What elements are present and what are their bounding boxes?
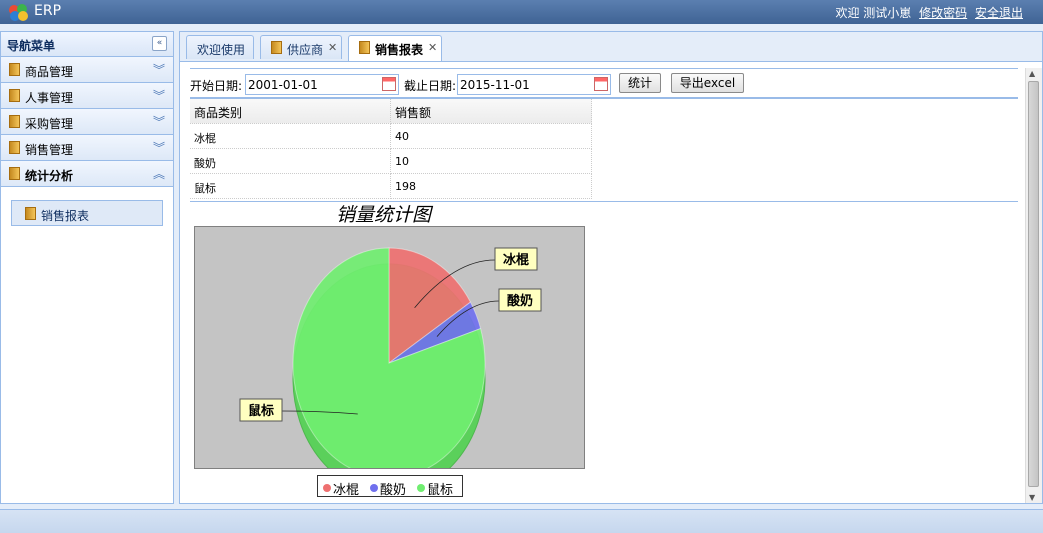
legend-label: 冰棍 <box>333 483 360 498</box>
table-cell: 40 <box>391 124 592 149</box>
tab-welcome[interactable]: 欢迎使用 <box>186 35 254 59</box>
tab-bar: 欢迎使用 供应商 ✕ 销售报表 ✕ <box>180 32 1042 62</box>
welcome-text: 欢迎 测试小崽 <box>835 6 912 20</box>
sidebar-item-goods[interactable]: 商品管理 ︾ <box>1 57 173 83</box>
close-icon[interactable]: ✕ <box>428 41 437 54</box>
sidebar-subitem-sales-report[interactable]: 销售报表 <box>11 200 163 226</box>
user-area: 欢迎 测试小崽 修改密码 安全退出 <box>835 4 1023 21</box>
legend-swatch <box>370 484 378 492</box>
sidebar-item-label: 采购管理 <box>25 117 74 131</box>
table-row[interactable]: 酸奶 10 <box>190 149 1018 174</box>
filter-toolbar: 开始日期: 2001-01-01 截止日期: 2015-11-01 统计 导出e… <box>190 68 1018 97</box>
collapse-sidebar-icon[interactable]: « <box>152 36 167 51</box>
folder-icon <box>9 141 20 154</box>
folder-icon <box>9 63 20 76</box>
scrollbar-thumb[interactable] <box>1028 81 1039 487</box>
legend-label: 酸奶 <box>380 483 407 498</box>
end-date-value: 2015-11-01 <box>460 78 530 92</box>
callout-label: 鼠标 <box>248 403 274 419</box>
stat-button[interactable]: 统计 <box>619 73 661 93</box>
tab-sales-report[interactable]: 销售报表 ✕ <box>348 35 442 61</box>
legend-swatch <box>323 484 331 492</box>
folder-icon <box>9 115 20 128</box>
pie-chart: 冰棍酸奶鼠标 <box>239 247 542 495</box>
sidebar-header: 导航菜单 « <box>1 32 173 57</box>
vertical-scrollbar[interactable]: ▲ ▼ <box>1025 68 1042 503</box>
folder-icon <box>9 167 20 180</box>
folder-icon <box>9 89 20 102</box>
tab-label: 欢迎使用 <box>197 43 246 57</box>
sidebar-item-purchase[interactable]: 采购管理 ︾ <box>1 109 173 135</box>
sales-table: 商品类别 销售额 冰棍 40 酸奶 10 鼠标 198 <box>190 97 1018 202</box>
folder-icon <box>271 41 282 54</box>
table-cell: 酸奶 <box>190 149 391 174</box>
close-icon[interactable]: ✕ <box>328 41 337 54</box>
chevron-down-icon[interactable]: ︾ <box>153 113 165 130</box>
logout-link[interactable]: 安全退出 <box>975 6 1023 20</box>
calendar-icon[interactable] <box>594 77 608 91</box>
sidebar-item-label: 销售管理 <box>25 143 74 157</box>
sidebar-item-label: 商品管理 <box>25 65 74 79</box>
tab-label: 供应商 <box>287 43 324 57</box>
top-bar: ERP 欢迎 测试小崽 修改密码 安全退出 <box>0 0 1043 24</box>
tab-label: 销售报表 <box>375 43 424 57</box>
folder-icon <box>25 207 36 220</box>
calendar-icon[interactable] <box>382 77 396 91</box>
chevron-down-icon[interactable]: ︾ <box>153 87 165 104</box>
sidebar-item-sales[interactable]: 销售管理 ︾ <box>1 135 173 161</box>
scroll-down-icon[interactable]: ▼ <box>1029 493 1035 502</box>
export-excel-button[interactable]: 导出excel <box>671 73 744 93</box>
table-cell: 鼠标 <box>190 174 391 199</box>
callout-label: 酸奶 <box>507 293 533 309</box>
table-cell: 198 <box>391 174 592 199</box>
main-panel: 欢迎使用 供应商 ✕ 销售报表 ✕ 开始日期: 2001-01-01 截止日期:… <box>179 31 1043 504</box>
sidebar-item-label: 统计分析 <box>25 169 74 183</box>
table-cell: 冰棍 <box>190 124 391 149</box>
column-header[interactable]: 销售额 <box>391 99 592 124</box>
folder-icon <box>359 41 370 54</box>
chevron-down-icon[interactable]: ︾ <box>153 61 165 78</box>
change-password-link[interactable]: 修改密码 <box>919 6 967 20</box>
chevron-up-icon[interactable]: ︽ <box>153 165 165 182</box>
sidebar-item-personnel[interactable]: 人事管理 ︾ <box>1 83 173 109</box>
pie-chart-area: 冰棍 酸奶 鼠标 <box>194 226 585 495</box>
sidebar-item-label: 人事管理 <box>25 91 74 105</box>
navigation-sidebar: 导航菜单 « 商品管理 ︾ 人事管理 ︾ 采购管理 ︾ 销售管理 ︾ 统计分析 … <box>0 31 174 504</box>
end-date-field[interactable]: 2015-11-01 <box>457 74 611 95</box>
start-date-field[interactable]: 2001-01-01 <box>245 74 399 95</box>
legend-swatch <box>417 484 425 492</box>
bottom-bar <box>0 509 1043 533</box>
table-cell: 10 <box>391 149 592 174</box>
start-date-value: 2001-01-01 <box>248 78 318 92</box>
table-header: 商品类别 销售额 <box>190 99 1018 124</box>
sidebar-item-statistics[interactable]: 统计分析 ︽ <box>1 161 173 187</box>
scroll-up-icon[interactable]: ▲ <box>1029 69 1035 78</box>
sidebar-title: 导航菜单 <box>7 39 56 53</box>
legend-label: 鼠标 <box>427 483 454 498</box>
chart-legend: 冰棍 酸奶 鼠标 <box>317 475 463 498</box>
tab-supplier[interactable]: 供应商 ✕ <box>260 35 342 59</box>
column-header[interactable]: 商品类别 <box>190 99 391 124</box>
app-title: ERP <box>34 3 62 19</box>
chart-title: 销量统计图 <box>336 204 432 226</box>
start-date-label: 开始日期: <box>190 79 243 93</box>
sidebar-subitem-label: 销售报表 <box>41 209 90 223</box>
table-row[interactable]: 冰棍 40 <box>190 124 1018 149</box>
table-row[interactable]: 鼠标 198 <box>190 174 1018 199</box>
callout-label: 冰棍 <box>503 252 529 268</box>
erp-logo-icon <box>9 4 28 21</box>
chevron-down-icon[interactable]: ︾ <box>153 139 165 156</box>
end-date-label: 截止日期: <box>404 79 457 93</box>
